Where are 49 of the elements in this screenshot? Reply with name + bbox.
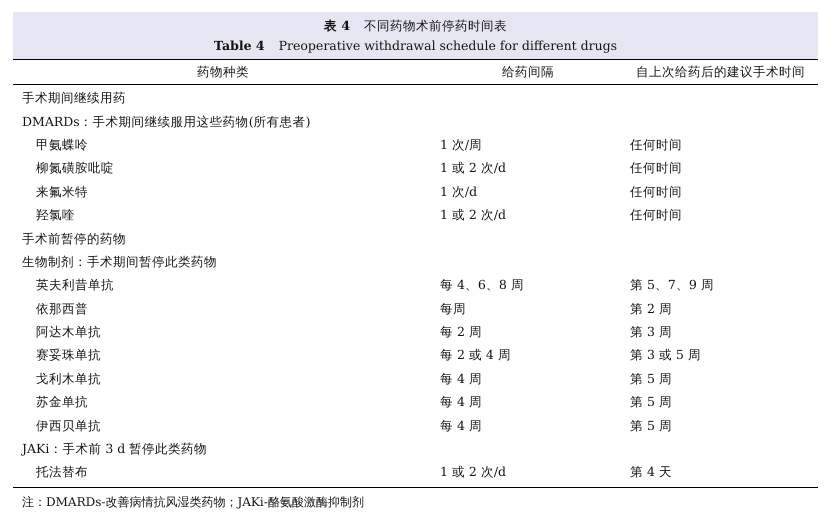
table-footnote: 注：DMARDs-改善病情抗风湿类药物；JAKi-酪氨酸激酶抑制剂 [21, 494, 365, 511]
group-heading: 手术期间继续用药 [21, 90, 127, 108]
table-cell-text: 第 2 周 [629, 300, 673, 318]
table-label: 表 4 [324, 18, 350, 33]
table-cell-text: 苏金单抗 [35, 394, 89, 412]
column-header: 给药间隔 [501, 64, 555, 80]
table-cell-text: 第 5 周 [629, 394, 673, 412]
group-heading: 手术前暂停的药物 [21, 230, 127, 248]
table-label: Table 4 [214, 38, 265, 53]
table-cell-text: 第 5、7、9 周 [629, 277, 715, 294]
table-cell-text: 每 4 周 [439, 370, 483, 388]
group-heading: 生物制剂：手术期间暂停此类药物 [21, 254, 218, 271]
table-cell-text: 第 3 周 [629, 324, 673, 342]
table-cell-text: 任何时间 [629, 184, 683, 201]
table-cell-text: 第 3 或 5 周 [629, 347, 702, 364]
column-header: 药物种类 [196, 64, 250, 80]
table-cell-text: 每 4 周 [439, 418, 483, 435]
table-cell-text: 托法替布 [35, 464, 89, 482]
table-cell-text: 任何时间 [629, 136, 683, 154]
table-cell-text: 第 5 周 [629, 418, 673, 435]
group-heading: JAKi：手术前 3 d 暂停此类药物 [20, 441, 208, 458]
table-cell-text: 每 2 或 4 周 [439, 347, 512, 364]
table-cell-text: 每周 [439, 300, 467, 318]
table-cell-text: 来氟米特 [35, 184, 89, 201]
table-cell-text: 1 或 2 次/d [439, 207, 508, 224]
table-cell-text: 1 或 2 次/d [439, 160, 508, 178]
table-cell-text: 甲氨蝶呤 [35, 136, 89, 154]
table-cell-text: 任何时间 [629, 160, 683, 178]
table-cell-text: 1 或 2 次/d [439, 464, 508, 482]
table-cell-text: 羟氯喹 [35, 207, 76, 224]
table-cell-text: 1 次/周 [439, 136, 484, 154]
table-cell-text: 第 4 天 [629, 464, 673, 482]
table-cell-text: 英夫利昔单抗 [35, 277, 115, 294]
table-cell-text: 柳氮磺胺吡啶 [35, 160, 115, 178]
table-cell-text: 依那西普 [35, 300, 89, 318]
table-cell-text: 每 4 周 [439, 394, 483, 412]
table-cell-text: 每 4、6、8 周 [439, 277, 525, 294]
table-cell-text: 每 2 周 [439, 324, 483, 342]
table-cell-text: 伊西贝单抗 [35, 418, 102, 435]
table-cell-text: 阿达木单抗 [35, 324, 102, 342]
table-cell-text: 任何时间 [629, 207, 683, 224]
table-cell-text: 1 次/d [439, 184, 478, 201]
table-title: Preoperative withdrawal schedule for different drugs [278, 38, 618, 53]
column-header: 自上次给药后的建议手术时间 [635, 64, 806, 80]
table-cell-text: 戈利木单抗 [35, 370, 102, 388]
table-cell-text: 赛妥珠单抗 [35, 347, 102, 364]
table-title: 不同药物术前停药时间表 [364, 18, 508, 33]
table-cell-text: 第 5 周 [629, 370, 673, 388]
group-heading: DMARDs：手术期间继续服用这些药物(所有患者) [21, 114, 312, 131]
